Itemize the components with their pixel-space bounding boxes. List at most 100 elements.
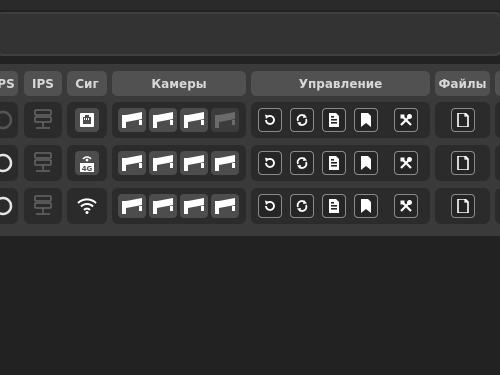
sync-button[interactable] — [290, 194, 314, 218]
bookmark-button[interactable] — [354, 108, 378, 132]
header-cameras: Камеры — [112, 71, 246, 96]
next-column-cell — [495, 145, 500, 181]
camera-4-button[interactable] — [211, 194, 239, 218]
header-next — [495, 71, 500, 96]
header-ups: PS — [0, 71, 18, 96]
security-camera-icon — [184, 198, 204, 214]
file-button[interactable] — [451, 108, 475, 132]
security-camera-icon — [184, 112, 204, 128]
log-button[interactable] — [322, 151, 346, 175]
sync-icon — [296, 157, 308, 169]
security-camera-icon — [122, 198, 142, 214]
camera-1-button[interactable] — [118, 108, 146, 132]
security-camera-icon — [122, 155, 142, 171]
next-column-cell — [495, 102, 500, 138]
security-camera-icon — [122, 112, 142, 128]
file-icon — [457, 113, 469, 127]
ips-cell — [24, 102, 62, 138]
ips-cell — [24, 145, 62, 181]
files-cell — [435, 102, 490, 138]
cameras-cell — [112, 145, 246, 181]
lte-label: 4G — [82, 165, 93, 173]
file-button[interactable] — [451, 194, 475, 218]
camera-2-button[interactable] — [149, 194, 177, 218]
settings-button[interactable] — [394, 194, 418, 218]
control-cell — [251, 145, 430, 181]
header-control: Управление — [251, 71, 430, 96]
signal-cell: 4G — [67, 145, 107, 181]
sync-button[interactable] — [290, 108, 314, 132]
bookmark-button[interactable] — [354, 151, 378, 175]
lte-4g-icon: 4G — [75, 151, 99, 175]
sync-icon — [296, 114, 308, 126]
restart-button[interactable] — [258, 108, 282, 132]
log-file-icon — [329, 156, 339, 170]
files-cell — [435, 145, 490, 181]
security-camera-icon — [215, 155, 235, 171]
sync-icon — [296, 200, 308, 212]
tools-icon — [400, 200, 412, 212]
bookmark-icon — [361, 199, 371, 213]
settings-button[interactable] — [394, 108, 418, 132]
top-bar — [0, 0, 500, 10]
settings-button[interactable] — [394, 151, 418, 175]
cameras-cell — [112, 188, 246, 224]
log-file-icon — [329, 113, 339, 127]
server-icon — [31, 151, 55, 175]
signal-cell — [67, 102, 107, 138]
file-icon — [457, 199, 469, 213]
camera-2-button[interactable] — [149, 108, 177, 132]
log-button[interactable] — [322, 108, 346, 132]
search-bar[interactable] — [0, 12, 500, 56]
camera-1-button[interactable] — [118, 194, 146, 218]
camera-4-button[interactable] — [211, 151, 239, 175]
control-cell — [251, 188, 430, 224]
camera-2-button[interactable] — [149, 151, 177, 175]
files-cell — [435, 188, 490, 224]
restart-button[interactable] — [258, 151, 282, 175]
ups-status-icon — [0, 153, 13, 173]
camera-3-button[interactable] — [180, 194, 208, 218]
wifi-icon — [75, 194, 99, 218]
ips-cell — [24, 188, 62, 224]
camera-4-button[interactable] — [211, 108, 239, 132]
log-file-icon — [329, 199, 339, 213]
restart-icon — [265, 200, 275, 211]
camera-3-button[interactable] — [180, 108, 208, 132]
signal-cell — [67, 188, 107, 224]
ethernet-port-icon — [75, 108, 99, 132]
ups-cell — [0, 145, 18, 181]
restart-icon — [265, 114, 275, 125]
header-ips: IPS — [24, 71, 62, 96]
file-icon — [457, 156, 469, 170]
sync-button[interactable] — [290, 151, 314, 175]
server-icon — [31, 108, 55, 132]
camera-3-button[interactable] — [180, 151, 208, 175]
tools-icon — [400, 157, 412, 169]
bookmark-icon — [361, 113, 371, 127]
restart-icon — [265, 157, 275, 168]
log-button[interactable] — [322, 194, 346, 218]
next-column-cell — [495, 188, 500, 224]
ups-cell — [0, 188, 18, 224]
ups-cell — [0, 102, 18, 138]
header-signal: Сиг — [67, 71, 107, 96]
bookmark-icon — [361, 156, 371, 170]
security-camera-icon — [153, 198, 173, 214]
cameras-cell — [112, 102, 246, 138]
ups-status-icon — [0, 196, 13, 216]
restart-button[interactable] — [258, 194, 282, 218]
security-camera-icon — [215, 112, 235, 128]
security-camera-icon — [184, 155, 204, 171]
security-camera-icon — [153, 112, 173, 128]
tools-icon — [400, 114, 412, 126]
server-icon — [31, 194, 55, 218]
ups-status-icon — [0, 110, 13, 130]
security-camera-icon — [153, 155, 173, 171]
file-button[interactable] — [451, 151, 475, 175]
bookmark-button[interactable] — [354, 194, 378, 218]
camera-1-button[interactable] — [118, 151, 146, 175]
header-files: Файлы — [435, 71, 490, 96]
security-camera-icon — [215, 198, 235, 214]
control-cell — [251, 102, 430, 138]
